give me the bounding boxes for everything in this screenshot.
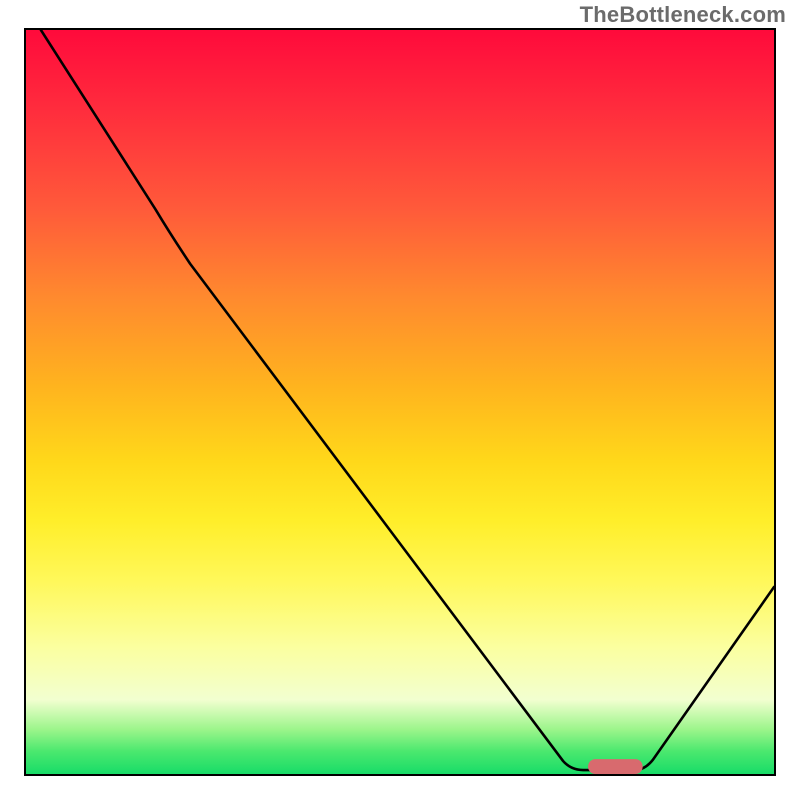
optimal-marker xyxy=(588,759,643,774)
watermark-text: TheBottleneck.com xyxy=(580,2,786,28)
bottleneck-chart xyxy=(24,28,776,776)
bottleneck-curve-path xyxy=(41,30,774,770)
bottleneck-curve xyxy=(26,30,774,774)
